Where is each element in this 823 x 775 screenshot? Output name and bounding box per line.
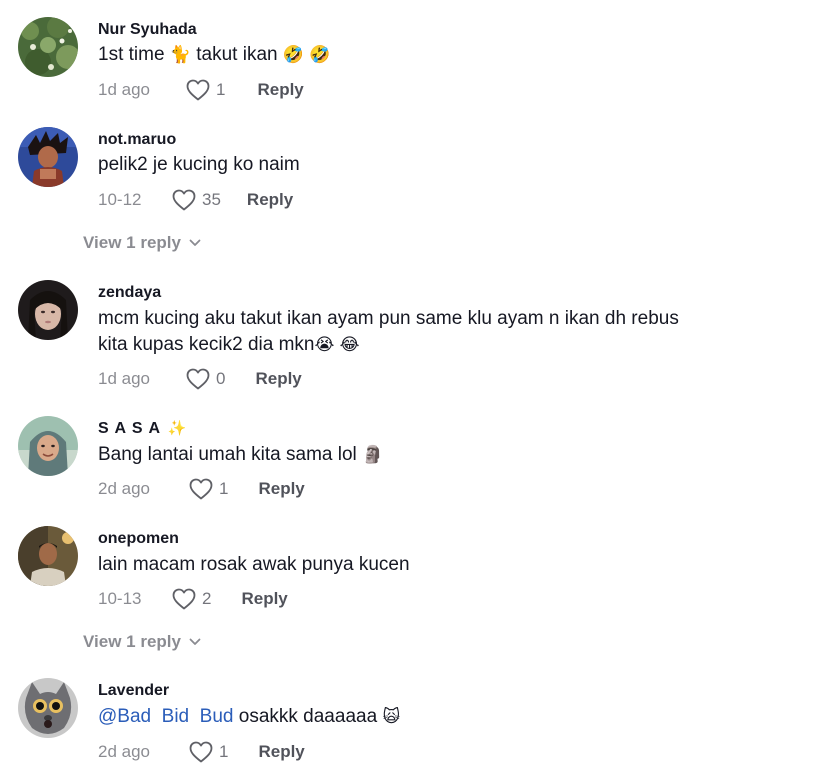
chevron-down-icon bbox=[189, 239, 201, 246]
username[interactable]: zendaya bbox=[98, 283, 161, 303]
avatar[interactable] bbox=[18, 280, 78, 340]
view-replies-button[interactable]: View 1 reply bbox=[83, 630, 201, 654]
comment-meta: 1d ago 0 Reply bbox=[98, 367, 302, 391]
crying-emoji: 😭 bbox=[314, 334, 335, 354]
avatar[interactable] bbox=[18, 678, 78, 738]
chevron-down-icon bbox=[189, 638, 201, 645]
avatar[interactable] bbox=[18, 416, 78, 476]
like-button[interactable]: 2 bbox=[172, 587, 211, 611]
comment-text-part: osakkk daaaaaa bbox=[233, 706, 383, 727]
reply-button[interactable]: Reply bbox=[257, 78, 303, 102]
avatar[interactable] bbox=[18, 526, 78, 586]
comment-text: lain macam rosak awak punya kucen bbox=[98, 554, 410, 575]
comment-meta: 10-12 35 Reply bbox=[98, 188, 293, 212]
comment-text-part: Bang lantai umah kita sama lol bbox=[98, 444, 363, 465]
comment-text-line: mcm kucing aku takut ikan ayam pun same … bbox=[98, 308, 679, 329]
reply-button[interactable]: Reply bbox=[258, 477, 304, 501]
reply-button[interactable]: Reply bbox=[247, 188, 293, 212]
reply-button[interactable]: Reply bbox=[241, 587, 287, 611]
like-button[interactable]: 1 bbox=[186, 78, 225, 102]
mention-link[interactable]: @Bad Bid Bud bbox=[98, 706, 233, 727]
scream-cat-emoji: 🙀 bbox=[382, 706, 401, 726]
heart-outline-icon[interactable] bbox=[189, 741, 213, 763]
username-text: S A S A bbox=[98, 420, 161, 438]
comment-text: pelik2 je kucing ko naim bbox=[98, 154, 300, 175]
comment-date: 2d ago bbox=[98, 479, 150, 498]
comment-date: 1d ago bbox=[98, 80, 150, 99]
comment-text-part: 1st time bbox=[98, 44, 170, 65]
username[interactable]: not.maruo bbox=[98, 130, 176, 150]
like-count: 0 bbox=[216, 369, 226, 388]
rofl-emoji: 🤣 bbox=[282, 44, 305, 64]
heart-outline-icon[interactable] bbox=[186, 79, 210, 101]
comment-meta: 10-13 2 Reply bbox=[98, 587, 288, 611]
heart-outline-icon[interactable] bbox=[172, 189, 196, 211]
comment-text: mcm kucing aku takut ikan ayam pun same … bbox=[98, 306, 679, 332]
like-count: 2 bbox=[202, 589, 212, 608]
like-button[interactable]: 1 bbox=[189, 477, 228, 501]
comment-text-line: kita kupas kecik2 dia mkn bbox=[98, 334, 315, 355]
username[interactable]: Nur Syuhada bbox=[98, 20, 197, 40]
comment-text: @Bad Bid Bud osakkk daaaaaa 🙀 bbox=[98, 704, 400, 730]
sparkles-emoji: ✨ bbox=[167, 420, 190, 437]
reply-button[interactable]: Reply bbox=[258, 740, 304, 764]
like-count: 35 bbox=[202, 190, 221, 209]
view-replies-label: View 1 reply bbox=[83, 233, 181, 252]
comment-meta: 1d ago 1 Reply bbox=[98, 78, 304, 102]
comment-text: 1st time 🐈 takut ikan 🤣 🤣 bbox=[98, 42, 331, 68]
joy-emoji: 😂 bbox=[339, 334, 360, 354]
comment-date: 2d ago bbox=[98, 742, 150, 761]
view-replies-button[interactable]: View 1 reply bbox=[83, 231, 201, 255]
username[interactable]: Lavender bbox=[98, 681, 169, 701]
avatar[interactable] bbox=[18, 17, 78, 77]
like-count: 1 bbox=[219, 742, 229, 761]
rofl-emoji: 🤣 bbox=[309, 44, 331, 64]
comment-date: 10-12 bbox=[98, 190, 142, 209]
like-count: 1 bbox=[219, 479, 229, 498]
reply-button[interactable]: Reply bbox=[255, 367, 301, 391]
username[interactable]: S A S A ✨ bbox=[98, 419, 189, 439]
comment-meta: 2d ago 1 Reply bbox=[98, 477, 305, 501]
comment-date: 1d ago bbox=[98, 369, 150, 388]
like-button[interactable]: 35 bbox=[172, 188, 221, 212]
comment-meta: 2d ago 1 Reply bbox=[98, 740, 305, 764]
heart-outline-icon[interactable] bbox=[189, 478, 213, 500]
moai-emoji: 🗿 bbox=[362, 444, 384, 464]
heart-outline-icon[interactable] bbox=[172, 588, 196, 610]
comment-text: Bang lantai umah kita sama lol 🗿 bbox=[98, 442, 383, 468]
username[interactable]: onepomen bbox=[98, 529, 179, 549]
view-replies-label: View 1 reply bbox=[83, 632, 181, 651]
heart-outline-icon[interactable] bbox=[186, 368, 210, 390]
comment-text-part: takut ikan bbox=[190, 44, 283, 65]
like-button[interactable]: 1 bbox=[189, 740, 228, 764]
like-button[interactable]: 0 bbox=[186, 367, 225, 391]
comment-date: 10-13 bbox=[98, 589, 142, 608]
avatar[interactable] bbox=[18, 127, 78, 187]
cat-emoji: 🐈 bbox=[169, 44, 191, 64]
comment-text: kita kupas kecik2 dia mkn😭 😂 bbox=[98, 332, 360, 358]
like-count: 1 bbox=[216, 80, 226, 99]
